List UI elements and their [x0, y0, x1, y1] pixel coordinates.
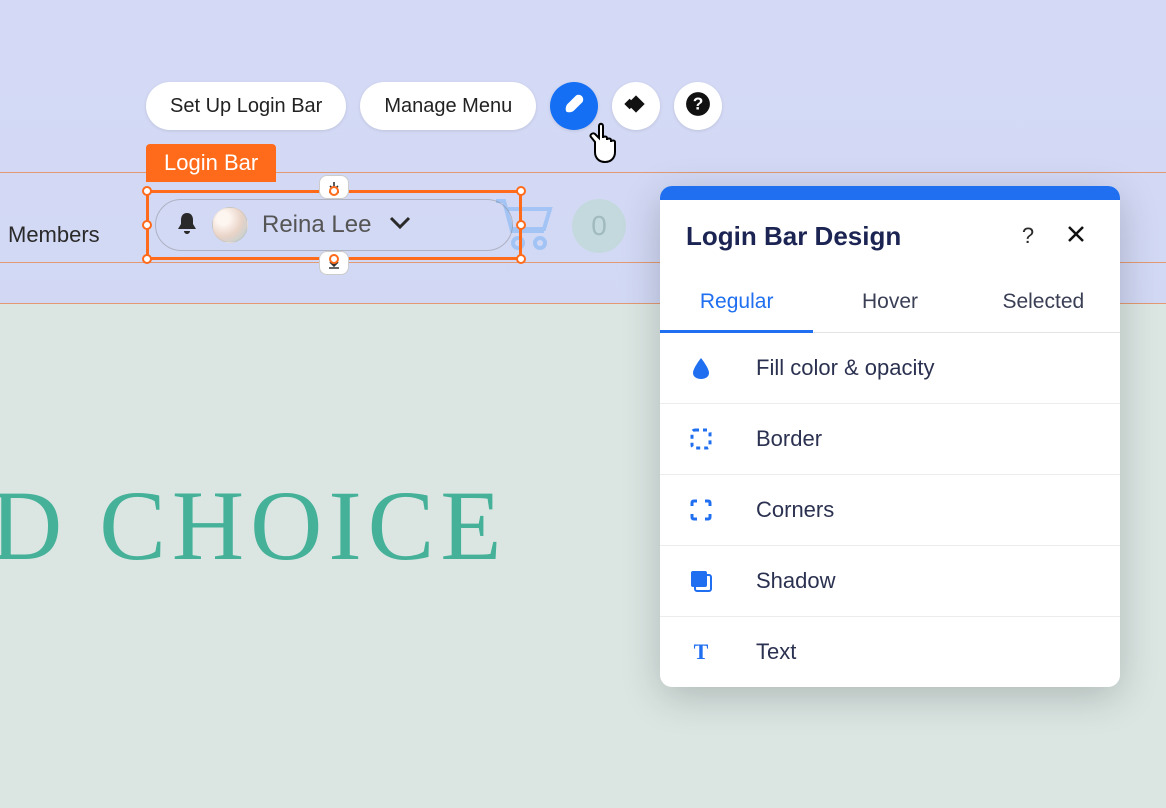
design-options-list: Fill color & opacity Border Corners — [660, 333, 1120, 687]
selection-tag-label: Login Bar — [164, 150, 258, 175]
username-label: Reina Lee — [262, 211, 371, 239]
cart-count: 0 — [591, 210, 607, 242]
option-corners[interactable]: Corners — [660, 475, 1120, 546]
design-panel: Login Bar Design ? Regular Hover Selecte… — [660, 186, 1120, 687]
setup-login-bar-button[interactable]: Set Up Login Bar — [146, 82, 346, 130]
animation-button[interactable] — [612, 82, 660, 130]
cart-count-badge: 0 — [572, 199, 626, 253]
panel-close-button[interactable] — [1058, 218, 1094, 254]
paintbrush-icon — [561, 91, 587, 122]
section-label: Members — [8, 222, 100, 248]
close-icon — [1067, 223, 1085, 249]
state-tabs: Regular Hover Selected — [660, 274, 1120, 333]
button-label: Set Up Login Bar — [170, 95, 322, 118]
resize-handle[interactable] — [516, 254, 526, 264]
animation-icon — [623, 91, 649, 122]
resize-handle[interactable] — [516, 220, 526, 230]
svg-text:?: ? — [693, 93, 704, 113]
option-label: Text — [756, 639, 796, 665]
tab-hover[interactable]: Hover — [813, 274, 966, 332]
page-heading: D CHOICE — [0, 468, 507, 583]
text-icon: T — [686, 640, 716, 664]
resize-handle[interactable] — [142, 186, 152, 196]
tab-label: Hover — [862, 290, 918, 313]
button-label: Manage Menu — [384, 95, 512, 118]
resize-handle[interactable] — [329, 186, 339, 196]
corners-icon — [686, 498, 716, 522]
manage-menu-button[interactable]: Manage Menu — [360, 82, 536, 130]
help-button[interactable]: ? — [674, 82, 722, 130]
option-label: Shadow — [756, 568, 836, 594]
panel-header: Login Bar Design ? — [660, 200, 1120, 274]
option-shadow[interactable]: Shadow — [660, 546, 1120, 617]
resize-handle[interactable] — [329, 254, 339, 264]
selection-tag: Login Bar — [146, 144, 276, 182]
design-button[interactable] — [550, 82, 598, 130]
tab-label: Regular — [700, 290, 774, 313]
avatar[interactable] — [212, 207, 248, 243]
option-fill[interactable]: Fill color & opacity — [660, 333, 1120, 404]
tab-regular[interactable]: Regular — [660, 274, 813, 333]
resize-handle[interactable] — [142, 220, 152, 230]
option-text[interactable]: T Text — [660, 617, 1120, 687]
login-bar-selection[interactable]: Reina Lee — [146, 190, 522, 260]
chevron-down-icon[interactable] — [389, 216, 411, 235]
tab-selected[interactable]: Selected — [967, 274, 1120, 332]
resize-handle[interactable] — [516, 186, 526, 196]
bell-icon[interactable] — [176, 211, 198, 240]
svg-text:T: T — [694, 640, 709, 664]
help-icon: ? — [685, 91, 711, 122]
panel-title: Login Bar Design — [686, 221, 998, 252]
panel-accent-strip — [660, 186, 1120, 200]
element-toolbar: Set Up Login Bar Manage Menu ? — [146, 82, 722, 130]
shadow-icon — [686, 568, 716, 594]
option-label: Corners — [756, 497, 834, 523]
resize-handle[interactable] — [142, 254, 152, 264]
tab-label: Selected — [1002, 290, 1084, 313]
border-icon — [686, 427, 716, 451]
option-border[interactable]: Border — [660, 404, 1120, 475]
droplet-icon — [686, 356, 716, 380]
help-icon: ? — [1022, 223, 1034, 249]
option-label: Border — [756, 426, 822, 452]
login-bar[interactable]: Reina Lee — [155, 199, 513, 251]
option-label: Fill color & opacity — [756, 355, 935, 381]
panel-help-button[interactable]: ? — [1010, 218, 1046, 254]
